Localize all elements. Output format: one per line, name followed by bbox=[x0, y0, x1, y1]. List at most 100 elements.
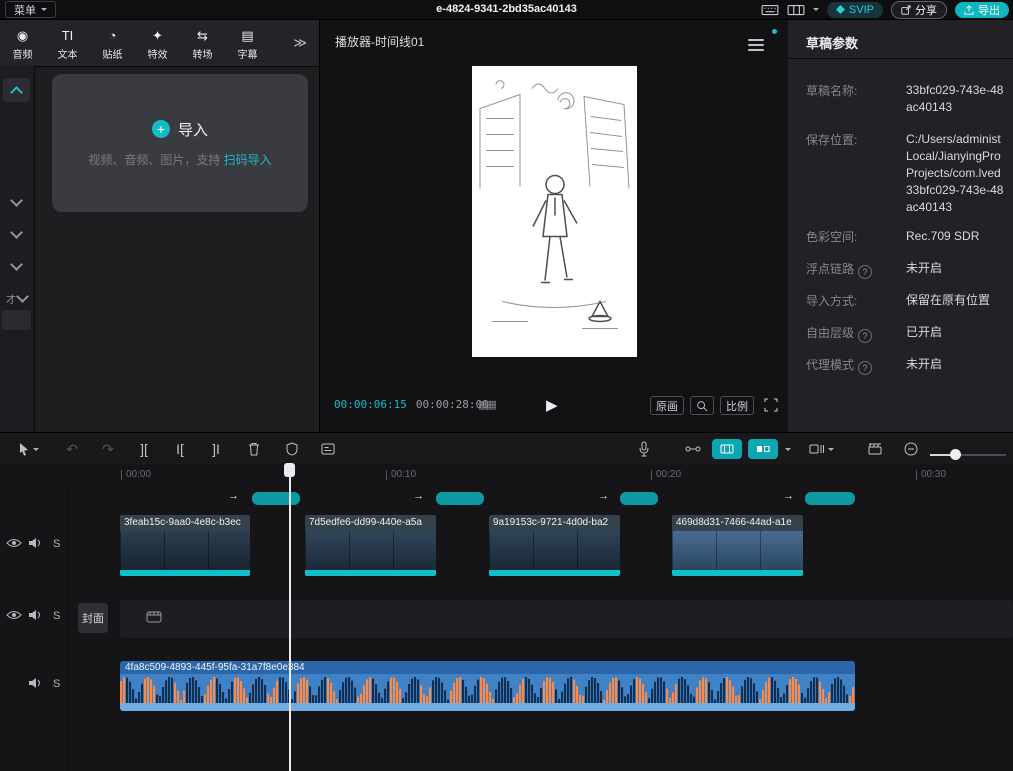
track-solo-button[interactable]: S bbox=[53, 538, 60, 550]
track-mute-icon[interactable] bbox=[28, 537, 42, 549]
field-color-space-value: Rec.709 SDR bbox=[906, 228, 1013, 245]
tab-audio-label: 音频 bbox=[13, 46, 33, 61]
undo-button[interactable]: ↶ bbox=[62, 439, 82, 459]
tab-sticker[interactable]: ◔ 贴纸 bbox=[90, 25, 135, 61]
caption-box-icon bbox=[321, 443, 335, 455]
player-menu-icon[interactable] bbox=[748, 36, 764, 54]
clip-accent-bar bbox=[120, 570, 250, 576]
menu-label: 菜单 bbox=[14, 2, 36, 18]
zoom-preview-button[interactable] bbox=[690, 396, 714, 415]
sidebar-item-3[interactable] bbox=[3, 254, 30, 278]
cover-track[interactable] bbox=[120, 600, 1013, 638]
video-clip[interactable]: 469d8d31-7466-44ad-a1e bbox=[672, 515, 803, 576]
transition-segment[interactable] bbox=[620, 492, 658, 505]
sticker-icon: ◔ bbox=[109, 28, 117, 43]
magnifier-icon bbox=[696, 400, 708, 412]
video-clip[interactable]: 3feab15c-9aa0-4e8c-b3ec bbox=[120, 515, 250, 576]
caption-edit-button[interactable] bbox=[318, 439, 338, 459]
layout-panels-icon[interactable] bbox=[787, 4, 805, 16]
transition-segment[interactable] bbox=[436, 492, 484, 505]
split-view-icon bbox=[756, 444, 770, 454]
play-button[interactable] bbox=[546, 396, 558, 414]
expand-panel-icon[interactable]: ≫ bbox=[293, 35, 307, 51]
sidebar-item-selected[interactable] bbox=[3, 78, 30, 102]
zoom-out-button[interactable] bbox=[902, 439, 920, 459]
fullscreen-icon[interactable] bbox=[764, 398, 778, 412]
keyboard-shortcuts-icon[interactable] bbox=[761, 4, 779, 16]
info-icon[interactable] bbox=[858, 265, 872, 279]
share-button[interactable]: 分享 bbox=[891, 1, 947, 19]
layout-dropdown-icon[interactable] bbox=[813, 8, 819, 14]
qr-import-link[interactable]: 扫码导入 bbox=[224, 153, 272, 167]
sidebar-item-4[interactable]: 才 bbox=[3, 286, 30, 310]
toggle-dropdown[interactable] bbox=[782, 439, 794, 459]
audio-clip[interactable]: 4fa8c509-4893-445f-95fa-31a7f8e0e384 bbox=[120, 661, 855, 711]
split-clip-button[interactable]: ][ bbox=[134, 439, 154, 459]
tab-captions[interactable]: ▤ 字幕 bbox=[225, 25, 270, 61]
chevron-up-icon bbox=[10, 86, 23, 99]
menu-button[interactable]: 菜单 bbox=[5, 1, 56, 18]
timecode: 00:00:06:1500:00:28:00 bbox=[334, 398, 489, 411]
sidebar-item-2[interactable] bbox=[3, 222, 30, 246]
timeline-ruler[interactable]: 00:00 00:10 00:20 00:30 bbox=[0, 464, 1013, 488]
auto-snap-button[interactable] bbox=[682, 439, 704, 459]
film-icon[interactable] bbox=[146, 610, 162, 624]
trash-icon bbox=[248, 442, 260, 456]
timeline-toolbar: ↶ ↷ ][ I[ ]I bbox=[0, 432, 1013, 466]
import-dropzone[interactable]: 导入 视频、音频、图片，支持 扫码导入 bbox=[52, 74, 308, 212]
redo-button[interactable]: ↷ bbox=[98, 439, 118, 459]
track-magnet-toggle[interactable] bbox=[748, 439, 778, 459]
info-icon[interactable] bbox=[858, 329, 872, 343]
render-quality-button[interactable] bbox=[864, 439, 886, 459]
export-label: 导出 bbox=[978, 2, 1000, 18]
delete-left-button[interactable]: I[ bbox=[170, 439, 190, 459]
preview-axis-toggle[interactable] bbox=[712, 439, 742, 459]
import-title: 导入 bbox=[152, 119, 208, 140]
transition-arrow-icon bbox=[228, 490, 239, 502]
playhead-handle[interactable] bbox=[284, 463, 295, 477]
track-mute-icon[interactable] bbox=[28, 677, 42, 689]
track-solo-button[interactable]: S bbox=[53, 610, 60, 622]
frames-view-icon[interactable]: ▦▦ bbox=[478, 398, 495, 411]
info-icon[interactable] bbox=[858, 361, 872, 375]
svip-label: SVIP bbox=[849, 4, 874, 16]
track-height-button[interactable] bbox=[804, 439, 838, 459]
track-visibility-icon[interactable] bbox=[6, 538, 22, 548]
original-quality-button[interactable]: 原画 bbox=[650, 396, 684, 415]
tab-effects[interactable]: ✦ 特效 bbox=[135, 25, 180, 61]
titlebar: 菜单 e-4824-9341-2bd35ac40143 SVIP 分享 导出 bbox=[0, 0, 1013, 20]
timeline-zoom-slider-knob[interactable] bbox=[950, 449, 961, 460]
sidebar-item-5[interactable] bbox=[2, 310, 31, 330]
tab-audio[interactable]: ◉ 音频 bbox=[0, 25, 45, 61]
tab-text[interactable]: TI 文本 bbox=[45, 25, 90, 61]
video-clip[interactable]: 7d5edfe6-dd99-440e-a5a bbox=[305, 515, 436, 576]
export-button[interactable]: 导出 bbox=[955, 2, 1009, 18]
transition-segment[interactable] bbox=[252, 492, 300, 505]
titlebar-actions: SVIP 分享 导出 bbox=[761, 1, 1009, 18]
audio-waveform bbox=[120, 674, 855, 703]
captions-icon: ▤ bbox=[241, 28, 253, 43]
aspect-ratio-button[interactable]: 比例 bbox=[720, 396, 754, 415]
record-voiceover-button[interactable] bbox=[634, 439, 654, 459]
sidebar-item-1[interactable] bbox=[3, 190, 30, 214]
transition-segment[interactable] bbox=[805, 492, 855, 505]
tab-transitions[interactable]: ⇆ 转场 bbox=[180, 25, 225, 61]
plus-icon bbox=[152, 120, 170, 138]
track-solo-button[interactable]: S bbox=[53, 678, 60, 690]
track-height-icon bbox=[809, 444, 825, 454]
mask-button[interactable] bbox=[282, 439, 302, 459]
chevron-down-icon bbox=[41, 8, 47, 14]
select-tool-button[interactable] bbox=[10, 439, 46, 459]
video-clip[interactable]: 9a19153c-9721-4d0d-ba2 bbox=[489, 515, 620, 576]
link-icon bbox=[685, 444, 701, 454]
playhead-line[interactable] bbox=[289, 464, 291, 771]
cover-button[interactable]: 封面 bbox=[78, 603, 108, 633]
track-mute-icon[interactable] bbox=[28, 609, 42, 621]
track-visibility-icon[interactable] bbox=[6, 610, 22, 620]
transitions-icon: ⇆ bbox=[197, 28, 208, 43]
field-float-link-label: 浮点链路 bbox=[806, 260, 872, 279]
delete-button[interactable] bbox=[244, 439, 264, 459]
video-preview[interactable] bbox=[472, 66, 637, 357]
delete-right-button[interactable]: ]I bbox=[206, 439, 226, 459]
svip-button[interactable]: SVIP bbox=[827, 2, 883, 18]
